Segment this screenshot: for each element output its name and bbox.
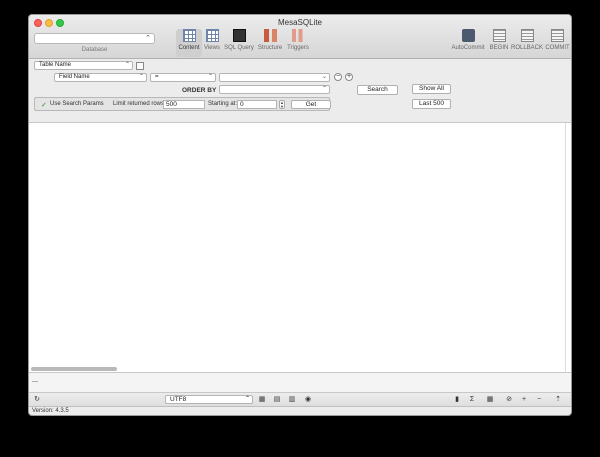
starting-at-label: Starting at: (208, 101, 238, 107)
tab-structure[interactable]: Structure (256, 29, 284, 57)
plus-icon[interactable]: + (519, 395, 529, 404)
autocommit-label: AutoCommit (451, 45, 485, 51)
updown-arrow-icon: ⌃ (138, 74, 144, 80)
structure-icon (263, 29, 277, 42)
encoding-select[interactable]: UTF8 ⌃ (165, 395, 253, 404)
starting-at-stepper[interactable]: ▲ ▼ (279, 100, 285, 109)
globe-icon[interactable]: ◉ (303, 395, 313, 404)
order-by-select[interactable]: ⌃ (219, 85, 330, 94)
add-filter-button[interactable]: + (345, 73, 353, 81)
rollback-button[interactable]: ROLLBACK (511, 29, 543, 57)
column-divider (565, 123, 566, 373)
begin-label: BEGIN (489, 45, 509, 51)
tab-content[interactable]: Content (176, 29, 202, 57)
table-name-select[interactable]: Table Name ⌃ (34, 61, 133, 70)
database-select[interactable]: ⌃ (34, 33, 155, 44)
sql-query-icon (232, 29, 246, 42)
updown-arrow-icon: ⌃ (207, 74, 213, 80)
content-table-area[interactable] (29, 123, 571, 373)
operator-select[interactable]: = ⌃ (150, 73, 216, 82)
table-grid-icon[interactable]: ▦ (485, 395, 495, 404)
last-500-button[interactable]: Last 500 (412, 99, 451, 109)
tab-views-label: Views (204, 45, 220, 51)
autocommit-icon (461, 29, 475, 42)
commit-icon (551, 29, 564, 42)
updown-arrow-icon: ⌃ (124, 62, 130, 68)
info-bar: — (29, 373, 571, 393)
search-value-combo[interactable]: ⌄ (219, 73, 330, 82)
tab-structure-label: Structure (257, 45, 283, 51)
database-label: Database (81, 47, 108, 53)
starting-at-input[interactable]: 0 (237, 100, 277, 109)
updown-arrow-icon: ⌃ (145, 35, 151, 42)
search-button[interactable]: Search (357, 85, 398, 95)
triggers-icon (291, 29, 305, 42)
cancel-icon[interactable]: ⊘ (504, 395, 514, 404)
field-name-value: Field Name (59, 74, 90, 80)
filter-panel: Table Name ⌃ Field Name ⌃ = ⌃ ⌄ − + ORDE… (29, 59, 571, 123)
encoding-value: UTF8 (170, 396, 187, 403)
operator-value: = (155, 74, 159, 80)
table-name-value: Table Name (39, 62, 72, 68)
grid-view-icon[interactable]: ▦ (257, 395, 267, 404)
horizontal-scrollbar[interactable] (31, 367, 117, 371)
commit-label: COMMIT (545, 45, 570, 51)
version-label: Version: 4.3.5 (32, 408, 69, 414)
get-button[interactable]: Get (291, 99, 331, 109)
updown-arrow-icon: ⌃ (244, 396, 250, 402)
show-all-button[interactable]: Show All (412, 84, 451, 94)
tab-content-label: Content (178, 45, 200, 51)
title-toolbar: MesaSQLite ⌃ Database Content Views SQL … (29, 15, 571, 59)
sum-icon[interactable]: Σ (467, 395, 477, 404)
order-by-label: ORDER BY (182, 87, 217, 94)
table-layout-icon[interactable]: ▤ (272, 395, 282, 404)
tab-triggers[interactable]: Triggers (285, 29, 311, 57)
begin-icon (492, 29, 506, 42)
tab-sql-query-label: SQL Query (224, 45, 254, 51)
updown-arrow-icon: ⌃ (321, 86, 327, 92)
upload-icon[interactable]: ⇡ (553, 395, 563, 404)
info-text: — (32, 379, 38, 385)
rollback-label: ROLLBACK (511, 45, 544, 51)
table-info-icon[interactable] (136, 62, 144, 70)
checkmark-icon[interactable]: ✓ (41, 101, 47, 109)
autocommit-button[interactable]: AutoCommit (450, 29, 486, 57)
remove-filter-button[interactable]: − (334, 73, 342, 81)
tab-triggers-label: Triggers (287, 45, 309, 51)
views-grid-icon (205, 29, 219, 42)
use-search-params-label[interactable]: Use Search Params (50, 101, 104, 107)
limit-rows-label: Limit returned rows: (113, 101, 166, 107)
minus-icon[interactable]: − (534, 395, 544, 404)
window-title: MesaSQLite (277, 18, 323, 27)
export-icon[interactable]: ▥ (287, 395, 297, 404)
field-name-select[interactable]: Field Name ⌃ (54, 73, 147, 82)
content-grid-icon (182, 29, 196, 42)
rollback-icon (520, 29, 534, 42)
main-window: MesaSQLite ⌃ Database Content Views SQL … (28, 14, 572, 416)
tab-sql-query[interactable]: SQL Query (223, 29, 255, 57)
search-params-group: ✓ Use Search Params Limit returned rows:… (34, 97, 331, 111)
trash-icon[interactable]: ▮ (452, 395, 462, 404)
limit-rows-input[interactable]: 500 (163, 100, 205, 109)
chevron-down-icon: ⌄ (321, 74, 327, 80)
tab-views[interactable]: Views (202, 29, 222, 57)
refresh-icon[interactable]: ↻ (32, 395, 42, 404)
bottom-toolbar: ↻ UTF8 ⌃ ▦ ▤ ▥ ◉ ▮ Σ ▦ ⊘ + − ⇡ (29, 393, 571, 407)
commit-button[interactable]: COMMIT (544, 29, 571, 57)
begin-button[interactable]: BEGIN (488, 29, 510, 57)
